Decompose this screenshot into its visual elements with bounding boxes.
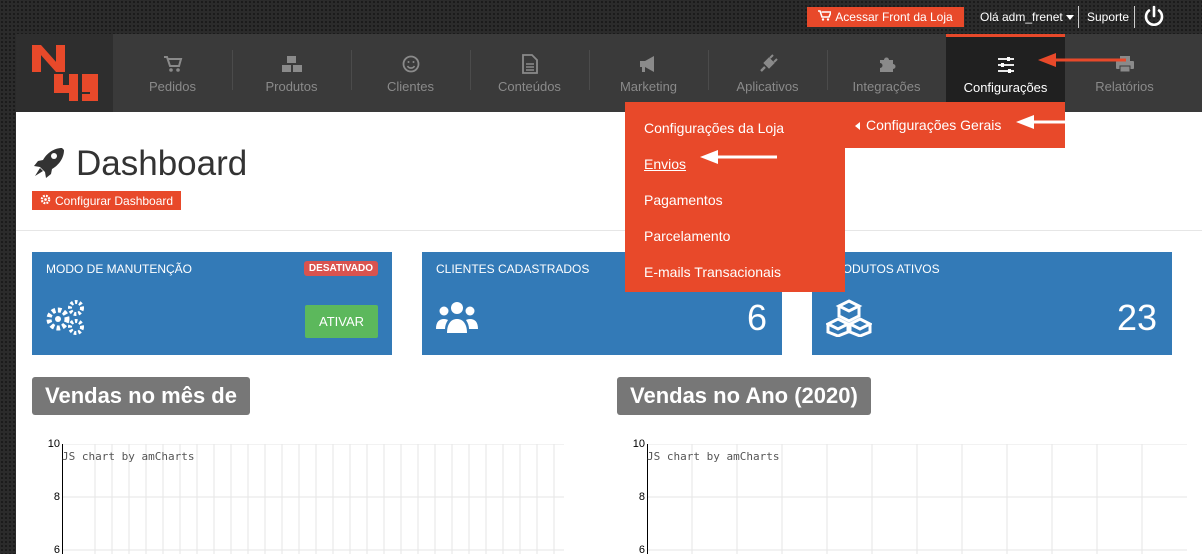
annotation-arrows <box>700 53 1126 164</box>
arrow-to-configuracoes-gerais <box>1016 115 1090 129</box>
arrow-to-envios <box>700 150 777 164</box>
arrow-to-configuracoes <box>1038 53 1126 67</box>
